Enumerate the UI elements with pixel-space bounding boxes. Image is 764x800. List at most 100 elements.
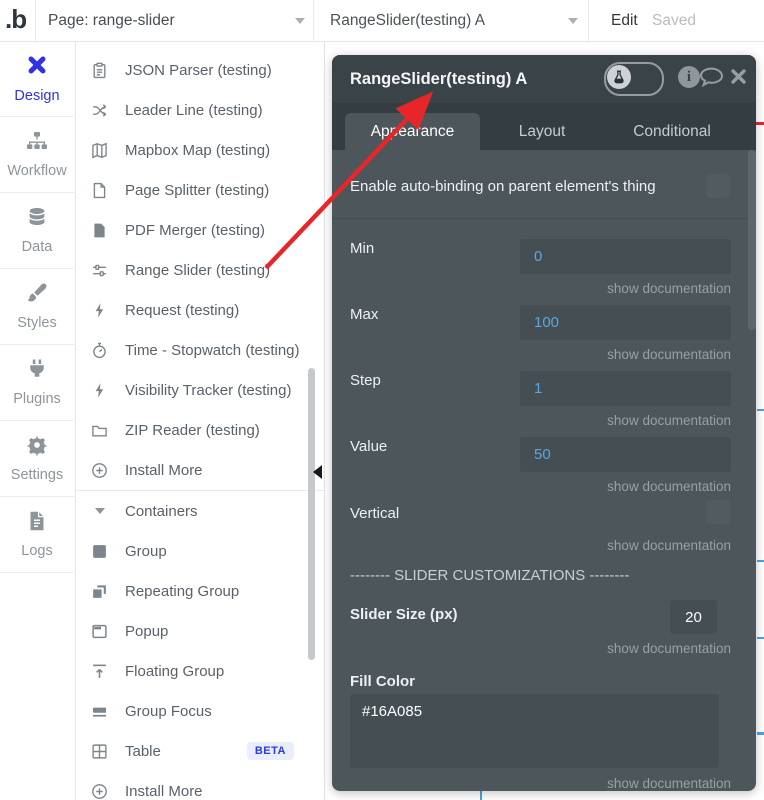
palette-item-time-stopwatch[interactable]: Time - Stopwatch (testing) xyxy=(75,330,324,370)
canvas-blue-edge xyxy=(757,409,764,411)
palette-item-label: Install More xyxy=(125,782,203,800)
palette-item-group-focus[interactable]: Group Focus xyxy=(75,691,324,731)
floating-group-icon xyxy=(91,663,108,680)
step-input[interactable]: 1 xyxy=(520,371,731,406)
sidebar-item-styles[interactable]: Styles xyxy=(0,269,74,345)
palette-item-install-more-2[interactable]: Install More xyxy=(75,771,324,800)
element-palette: (testing) JSON Parser (testing) Leader L… xyxy=(75,41,325,800)
palette-item-page-splitter[interactable]: Page Splitter (testing) xyxy=(75,170,324,210)
tab-conditional[interactable]: Conditional xyxy=(607,113,737,150)
paintbrush-icon xyxy=(26,282,48,309)
palette-item-visibility-tracker[interactable]: Visibility Tracker (testing) xyxy=(75,370,324,410)
collapse-palette-arrow-icon[interactable] xyxy=(313,465,322,479)
divider xyxy=(588,0,589,41)
value-input[interactable]: 50 xyxy=(520,437,731,472)
palette-item-zip-reader[interactable]: ZIP Reader (testing) xyxy=(75,410,324,450)
palette-item-json-parser[interactable]: JSON Parser (testing) xyxy=(75,50,324,90)
sidebar-item-logs[interactable]: Logs xyxy=(0,497,74,573)
palette-item-label: Leader Line (testing) xyxy=(125,101,263,119)
design-icon xyxy=(25,53,49,82)
palette-item-request[interactable]: Request (testing) xyxy=(75,290,324,330)
palette-item-mapbox-map[interactable]: Mapbox Map (testing) xyxy=(75,130,324,170)
info-icon[interactable]: i xyxy=(678,66,700,88)
palette-item-floating-group[interactable]: Floating Group xyxy=(75,651,324,691)
canvas-blue-edge xyxy=(757,732,764,735)
max-input[interactable]: 100 xyxy=(520,305,731,340)
min-label: Min xyxy=(350,240,375,257)
palette-item-label: Floating Group xyxy=(125,662,225,680)
palette-section-containers[interactable]: Containers xyxy=(75,490,324,531)
palette-item-label: Popup xyxy=(125,622,169,640)
chat-bubble-icon[interactable] xyxy=(698,66,725,95)
sidebar-item-label: Design xyxy=(14,88,60,104)
slider-size-input[interactable]: 20 xyxy=(670,600,717,634)
show-documentation-link[interactable]: show documentation xyxy=(607,538,731,553)
fill-color-label: Fill Color xyxy=(350,673,415,690)
palette-item-label: Group xyxy=(125,542,167,560)
sidebar-item-plugins[interactable]: Plugins xyxy=(0,345,74,421)
palette-item-group[interactable]: Group xyxy=(75,531,324,571)
autobind-checkbox[interactable] xyxy=(706,174,730,198)
slider-customizations-divider: -------- SLIDER CUSTOMIZATIONS -------- xyxy=(350,567,630,584)
stopwatch-icon xyxy=(91,342,108,359)
palette-item-popup[interactable]: Popup xyxy=(75,611,324,651)
canvas-blue-edge xyxy=(480,791,482,800)
palette-item-install-more[interactable]: Install More xyxy=(75,450,324,490)
palette-item-pdf-merger[interactable]: PDF Merger (testing) xyxy=(75,210,324,250)
page-selector-dropdown[interactable]: Page: range-slider xyxy=(48,0,175,41)
edit-menu[interactable]: Edit xyxy=(611,0,638,41)
palette-item-label: Install More xyxy=(125,461,203,479)
close-icon[interactable] xyxy=(730,68,747,90)
show-documentation-link[interactable]: show documentation xyxy=(607,281,731,296)
sidebar-item-data[interactable]: Data xyxy=(0,193,74,269)
sidebar-item-workflow[interactable]: Workflow xyxy=(0,117,74,193)
min-input[interactable]: 0 xyxy=(520,239,731,274)
flask-icon xyxy=(607,65,631,89)
palette-item-label: Page Splitter (testing) xyxy=(125,181,270,199)
show-documentation-link[interactable]: show documentation xyxy=(607,479,731,494)
divider xyxy=(332,218,756,219)
page-icon xyxy=(91,182,108,199)
bolt-icon xyxy=(91,302,108,319)
sidebar-item-label: Data xyxy=(21,239,53,255)
plus-circle-icon xyxy=(91,462,108,479)
sidebar-item-settings[interactable]: Settings xyxy=(0,421,74,497)
chevron-down-icon[interactable] xyxy=(295,18,305,24)
palette-item-label: Table xyxy=(125,742,161,760)
file-filled-icon xyxy=(91,222,108,239)
value-label: Value xyxy=(350,438,388,455)
palette-item-repeating-group[interactable]: Repeating Group xyxy=(75,571,324,611)
main-sidebar: Design Workflow Data Styles Plugins Sett… xyxy=(0,41,76,800)
palette-scrollbar[interactable] xyxy=(308,368,315,660)
square-icon xyxy=(91,543,108,560)
palette-item-label: ZIP Reader (testing) xyxy=(125,421,260,439)
canvas-red-edge xyxy=(756,122,764,125)
bubble-logo: .b xyxy=(5,4,27,34)
sidebar-item-design[interactable]: Design xyxy=(0,41,74,117)
show-documentation-link[interactable]: show documentation xyxy=(607,413,731,428)
palette-item-leader-line[interactable]: Leader Line (testing) xyxy=(75,90,324,130)
palette-item-table[interactable]: Table BETA xyxy=(75,731,324,771)
sidebar-item-label: Plugins xyxy=(13,391,61,407)
repeating-group-icon xyxy=(91,583,108,600)
fill-color-input[interactable]: #16A085 xyxy=(350,694,719,768)
property-editor-header[interactable]: RangeSlider(testing) A i xyxy=(332,55,756,103)
show-documentation-link[interactable]: show documentation xyxy=(607,776,731,791)
database-icon xyxy=(26,206,48,233)
autobind-label: Enable auto-binding on parent element's … xyxy=(350,178,656,195)
folder-icon xyxy=(91,422,108,439)
palette-item-range-slider[interactable]: Range Slider (testing) xyxy=(75,250,324,290)
tab-appearance[interactable]: Appearance xyxy=(345,113,480,150)
palette-item-label: PDF Merger (testing) xyxy=(125,221,266,239)
show-documentation-link[interactable]: show documentation xyxy=(607,347,731,362)
plus-circle-icon xyxy=(91,783,108,800)
tab-layout[interactable]: Layout xyxy=(477,113,607,150)
show-documentation-link[interactable]: show documentation xyxy=(607,641,731,656)
saved-status: Saved xyxy=(652,12,696,29)
chevron-down-icon[interactable] xyxy=(568,18,578,24)
vertical-checkbox[interactable] xyxy=(706,500,730,524)
sidebar-item-label: Styles xyxy=(17,315,57,331)
panel-scrollbar[interactable] xyxy=(748,150,756,330)
element-selector-dropdown[interactable]: RangeSlider(testing) A xyxy=(330,0,485,41)
experiment-toggle[interactable] xyxy=(604,62,664,96)
